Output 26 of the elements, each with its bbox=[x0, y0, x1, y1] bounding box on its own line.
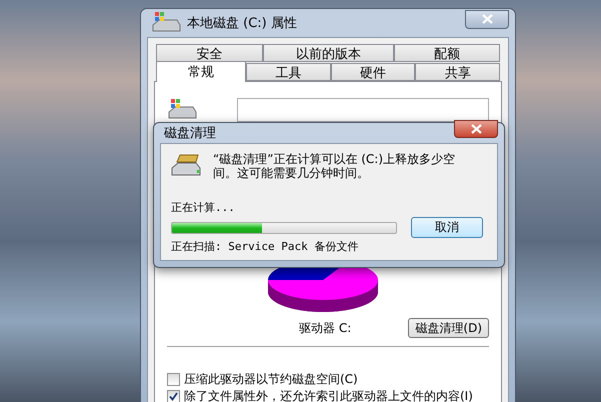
name-field[interactable] bbox=[237, 98, 489, 122]
tab[interactable]: 以前的版本 bbox=[262, 44, 394, 62]
close-icon bbox=[470, 124, 482, 134]
close-button[interactable] bbox=[454, 120, 498, 138]
tab[interactable]: 安全 bbox=[156, 44, 263, 62]
close-button[interactable] bbox=[465, 10, 509, 28]
checkbox[interactable] bbox=[167, 390, 180, 402]
message-text: “磁盘清理”正在计算可以在 (C:)上释放多少空间。这可能需要几分钟时间。 bbox=[213, 152, 456, 180]
disk-cleanup-icon bbox=[171, 152, 201, 178]
cancel-button[interactable]: 取消 bbox=[411, 217, 483, 238]
scanning-text: 正在扫描: Service Pack 备份文件 bbox=[171, 239, 360, 254]
window-title: 本地磁盘 (C:) 属性 bbox=[187, 15, 297, 32]
tab[interactable]: 配额 bbox=[394, 44, 500, 62]
tab[interactable]: 常规 bbox=[156, 61, 246, 82]
drive-label: 驱动器 C: bbox=[299, 320, 352, 336]
checkmark-icon bbox=[169, 392, 178, 401]
checkbox-label: 除了文件属性外，还允许索引此驱动器上文件的内容(I) bbox=[184, 388, 473, 402]
close-icon bbox=[482, 14, 492, 24]
tab[interactable]: 工具 bbox=[246, 63, 331, 81]
disk-cleanup-button[interactable]: 磁盘清理(D) bbox=[408, 318, 489, 338]
tab[interactable]: 硬件 bbox=[330, 63, 416, 81]
dialog-title: 磁盘清理 bbox=[164, 125, 216, 142]
checkbox[interactable] bbox=[167, 373, 180, 386]
status-text: 正在计算... bbox=[171, 200, 236, 215]
checkbox-label: 压缩此驱动器以节约磁盘空间(C) bbox=[184, 371, 358, 388]
tab[interactable]: 共享 bbox=[415, 63, 500, 81]
